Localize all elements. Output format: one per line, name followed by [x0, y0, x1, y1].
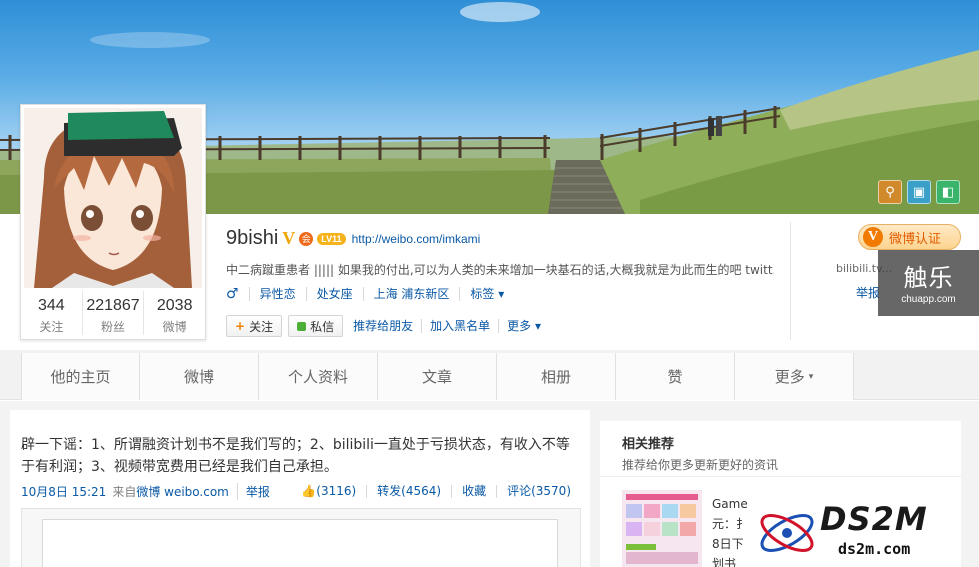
tags-label: 标签 [470, 287, 495, 301]
avatar-card: 344 关注 221867 粉丝 2038 微博 [20, 104, 206, 340]
follow-label: 关注 [249, 319, 274, 334]
avatar[interactable] [24, 108, 202, 288]
tab-label: 微博 [183, 368, 214, 386]
recommend-item-text[interactable]: Game 元：扌 8日下 划书 [712, 494, 748, 567]
post-from-label: 来自 [112, 485, 137, 499]
profile-name: 9bishi [226, 227, 279, 249]
ds2m-logo-text: DS2M [820, 500, 928, 538]
verified-v-icon[interactable]: V [282, 228, 295, 249]
embedded-content-box [42, 519, 558, 567]
profile-tabs: 他的主页 微博 个人资料 文章 相册 赞 更多 ▾ [21, 353, 854, 400]
following-count: 344 [37, 297, 65, 314]
recommend-title: 相关推荐 [622, 437, 675, 452]
post-time-link[interactable]: 10月8日 15:21 [21, 483, 106, 500]
recommend-subtitle: 推荐给你更多更新更好的资讯 [622, 458, 779, 472]
posts-label: 微博 [162, 320, 187, 334]
chevron-down-icon: ▾ [498, 287, 505, 301]
zodiac-link[interactable]: 处女座 [305, 287, 363, 301]
thumbs-up-icon: 👍 [301, 484, 317, 498]
profile-url-link[interactable]: http://weibo.com/imkami [352, 232, 481, 246]
followers-label: 粉丝 [101, 320, 126, 334]
tab-label: 文章 [421, 368, 452, 386]
tab-likes[interactable]: 赞 [616, 353, 735, 400]
plus-icon: + [235, 319, 246, 333]
favorite-button[interactable]: 收藏 [451, 485, 496, 498]
ds2m-logo-icon [760, 514, 814, 552]
comment-button[interactable]: 评论(3570) [496, 485, 581, 498]
profile-name-row: 9bishi V 会 LV11 http://weibo.com/imkami [226, 227, 480, 250]
male-icon: ♂ [226, 286, 239, 302]
tab-profile-info[interactable]: 个人资料 [259, 353, 378, 400]
tab-label: 相册 [540, 368, 571, 386]
more-label: 更多 [507, 319, 532, 333]
message-label: 私信 [310, 319, 335, 334]
tags-dropdown[interactable]: 标签 ▾ [459, 287, 514, 301]
verified-icon: V [863, 227, 883, 247]
anime-avatar-image [24, 108, 202, 288]
ds2m-domain: ds2m.com [838, 540, 911, 558]
weibo-verified-badge[interactable]: V 微博认证 [858, 224, 961, 250]
like-button[interactable]: 👍(3116) [291, 485, 366, 498]
profile-bio: 中二病蹴重患者 ||||| 如果我的付出,可以为人类的未来增加一块基石的话,大概… [226, 263, 774, 277]
profile-action-row: + 关注 私信 推荐给朋友 加入黑名单 更多 ▾ [226, 315, 549, 337]
divider [790, 222, 791, 340]
banner-icon-group: ⚲ ▣ ◧ [878, 180, 960, 204]
followers-count: 221867 [86, 297, 140, 314]
photo-icon[interactable]: ▣ [907, 180, 931, 204]
template-icon[interactable]: ◧ [936, 180, 960, 204]
tab-home[interactable]: 他的主页 [21, 353, 140, 400]
tab-weibo[interactable]: 微博 [140, 353, 259, 400]
verified-label: 微博认证 [889, 231, 942, 247]
member-icon[interactable]: 会 [299, 231, 314, 246]
follow-button[interactable]: + 关注 [226, 315, 283, 337]
repost-button[interactable]: 转发(4564) [366, 485, 451, 498]
post-source-link[interactable]: 微博 weibo.com [136, 483, 229, 500]
post-report-link[interactable]: 举报 [236, 483, 270, 500]
chevron-down-icon: ▾ [534, 319, 541, 333]
post-actions: 👍(3116) 转发(4564) 收藏 评论(3570) [291, 485, 581, 498]
message-button[interactable]: 私信 [288, 315, 344, 337]
recommend-line: 元：扌 [712, 517, 749, 531]
tab-more[interactable]: 更多 ▾ [735, 353, 854, 400]
post-meta: 10月8日 15:21 来自 微博 weibo.com 举报 👍(3116) 转… [21, 483, 581, 500]
orientation-link[interactable]: 异性恋 [248, 287, 306, 301]
recommend-header: 相关推荐 推荐给你更多更新更好的资讯 [600, 421, 961, 477]
post-text: 辟一下谣：1、所谓融资计划书不是我们写的；2、bilibili一直处于亏损状态，… [21, 437, 570, 475]
location-link[interactable]: 上海 浦东新区 [362, 287, 460, 301]
recommend-line: 划书 [712, 557, 737, 567]
tab-album[interactable]: 相册 [497, 353, 616, 400]
tab-label: 赞 [667, 368, 683, 386]
stat-following[interactable]: 344 关注 [21, 291, 82, 335]
tab-label: 更多 [774, 368, 805, 386]
recommend-line: Game [712, 497, 748, 511]
location-icon[interactable]: ⚲ [878, 180, 902, 204]
posts-count: 2038 [156, 297, 193, 314]
ds2m-watermark: DS2M ds2m.com [752, 500, 974, 567]
chuapp-domain: chuapp.com [901, 294, 956, 305]
more-dropdown[interactable]: 更多 ▾ [498, 319, 549, 333]
stat-followers[interactable]: 221867 粉丝 [81, 291, 144, 335]
tab-label: 个人资料 [287, 368, 348, 386]
level-badge[interactable]: LV11 [317, 232, 346, 245]
tab-articles[interactable]: 文章 [378, 353, 497, 400]
recommend-line: 8日下 [712, 537, 744, 551]
chuapp-watermark: 触乐 chuapp.com [878, 250, 979, 316]
stat-posts[interactable]: 2038 微博 [143, 291, 205, 335]
like-count: (3116) [316, 484, 357, 498]
thumbnail-image [622, 490, 702, 567]
following-label: 关注 [39, 320, 64, 334]
message-icon [297, 321, 307, 331]
recommend-thumbnail[interactable] [622, 490, 702, 567]
recommend-link[interactable]: 推荐给朋友 [349, 319, 421, 333]
blacklist-link[interactable]: 加入黑名单 [421, 319, 498, 333]
tab-label: 他的主页 [50, 368, 111, 386]
report-link[interactable]: 举报 [856, 284, 880, 301]
chuapp-logo-text: 触乐 [903, 264, 954, 292]
repost-container [21, 508, 581, 567]
profile-meta-row: ♂ 异性恋 处女座 上海 浦东新区 标签 ▾ [226, 287, 514, 301]
profile-stats: 344 关注 221867 粉丝 2038 微博 [21, 291, 205, 335]
chevron-down-icon: ▾ [808, 371, 814, 382]
